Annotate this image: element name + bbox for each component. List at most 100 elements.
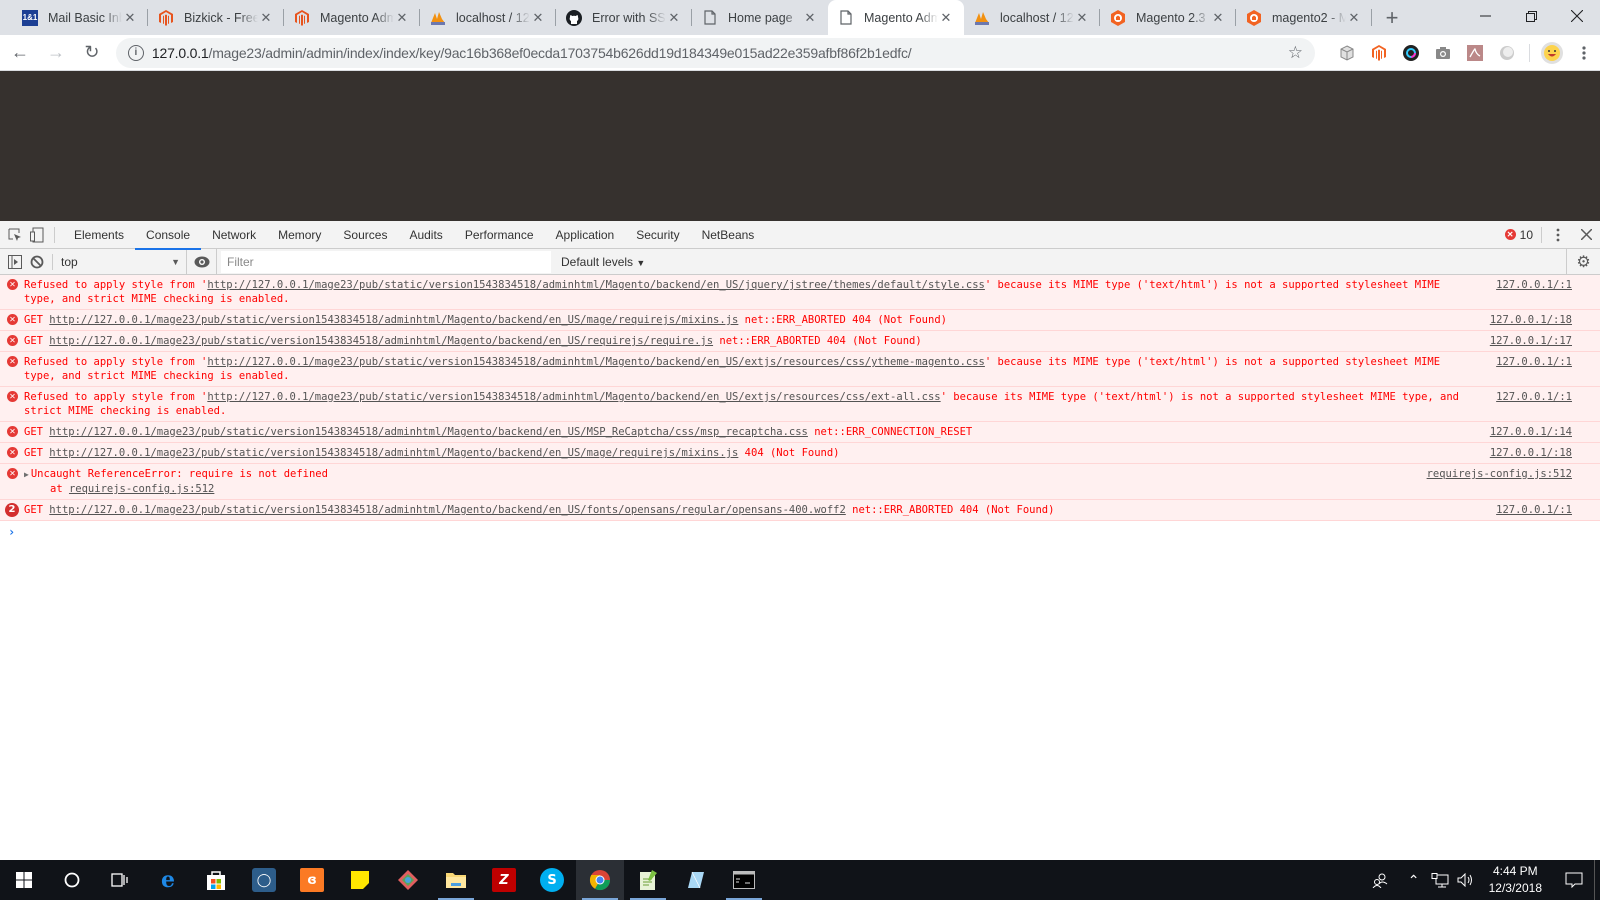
message-source-link[interactable]: 127.0.0.1/:18 (1490, 313, 1572, 327)
close-window-button[interactable] (1554, 0, 1600, 32)
message-source-link[interactable]: 127.0.0.1/:1 (1496, 355, 1572, 369)
git-tool-icon[interactable] (384, 860, 432, 900)
notepad-plus-icon[interactable] (624, 860, 672, 900)
cube-extension-icon[interactable] (1331, 37, 1363, 69)
console-exception-message[interactable]: ✕ ▶ Uncaught ReferenceError: require is n… (0, 464, 1600, 500)
message-url-link[interactable]: http://127.0.0.1/mage23/pub/static/versi… (207, 391, 940, 403)
console-settings-gear-icon[interactable]: ⚙ (1566, 248, 1600, 275)
message-url-link[interactable]: http://127.0.0.1/mage23/pub/static/versi… (207, 356, 985, 368)
error-count-badge[interactable]: ✕ 10 (1504, 228, 1533, 242)
circle-extension-icon[interactable] (1491, 37, 1523, 69)
microsoft-store-icon[interactable] (192, 860, 240, 900)
message-source-link[interactable]: 127.0.0.1/:18 (1490, 446, 1572, 460)
browser-tab[interactable]: localhost / 127 ✕ (964, 0, 1100, 35)
devtools-tab-memory[interactable]: Memory (267, 221, 332, 249)
restore-button[interactable] (1508, 0, 1554, 32)
forward-button[interactable]: → (40, 37, 72, 69)
devtools-tab-network[interactable]: Network (201, 221, 267, 249)
site-info-icon[interactable]: i (127, 44, 144, 61)
message-source-link[interactable]: 127.0.0.1/:1 (1496, 278, 1572, 292)
message-url-link[interactable]: http://127.0.0.1/mage23/pub/static/versi… (207, 279, 985, 291)
stack-link[interactable]: requirejs-config.js:512 (69, 483, 214, 495)
message-url-link[interactable]: http://127.0.0.1/mage23/pub/static/versi… (49, 504, 846, 516)
browser-tab-active[interactable]: Magento Admin ✕ (828, 0, 964, 35)
cortana-search-icon[interactable] (48, 860, 96, 900)
back-button[interactable]: ← (4, 37, 36, 69)
action-center-icon[interactable] (1554, 872, 1594, 888)
devtools-menu-icon[interactable] (1544, 221, 1572, 249)
task-view-icon[interactable] (96, 860, 144, 900)
device-toolbar-icon[interactable] (26, 221, 48, 249)
console-filter-input[interactable]: Filter (221, 250, 551, 273)
close-tab-icon[interactable]: ✕ (1210, 10, 1226, 26)
log-levels-dropdown[interactable]: Default levels ▼ (561, 255, 645, 269)
close-tab-icon[interactable]: ✕ (1074, 10, 1090, 26)
profile-avatar[interactable] (1536, 37, 1568, 69)
show-desktop-button[interactable] (1594, 860, 1600, 900)
browser-tab[interactable]: Bizkick - Free ✕ (148, 0, 284, 35)
inspect-element-icon[interactable] (4, 221, 26, 249)
color-picker-extension-icon[interactable] (1395, 37, 1427, 69)
paper-app-icon[interactable] (672, 860, 720, 900)
network-icon[interactable] (1427, 872, 1453, 888)
new-tab-button[interactable]: + (1378, 0, 1406, 35)
devtools-tab-sources[interactable]: Sources (332, 221, 398, 249)
people-icon[interactable] (1367, 872, 1393, 888)
close-tab-icon[interactable]: ✕ (394, 10, 410, 26)
browser-tab[interactable]: Home page ✕ (692, 0, 828, 35)
address-bar[interactable]: i 127.0.0.1/mage23/admin/admin/index/ind… (115, 37, 1315, 68)
devtools-tab-audits[interactable]: Audits (398, 221, 453, 249)
close-tab-icon[interactable]: ✕ (258, 10, 274, 26)
message-source-link[interactable]: requirejs-config.js:512 (1427, 467, 1572, 481)
context-selector[interactable]: top ▼ (55, 248, 187, 275)
show-sidebar-icon[interactable] (4, 248, 26, 276)
close-tab-icon[interactable]: ✕ (666, 10, 682, 26)
reload-button[interactable]: ↻ (76, 37, 108, 69)
edge-browser-icon[interactable]: e (144, 860, 192, 900)
chrome-taskbar-icon[interactable] (576, 860, 624, 900)
clear-console-icon[interactable] (26, 248, 48, 276)
message-source-link[interactable]: 127.0.0.1/:1 (1496, 503, 1572, 517)
volume-icon[interactable] (1453, 873, 1479, 887)
devtools-tab-console[interactable]: Console (135, 221, 202, 250)
close-tab-icon[interactable]: ✕ (938, 10, 954, 26)
close-tab-icon[interactable]: ✕ (122, 10, 138, 26)
message-url-link[interactable]: http://127.0.0.1/mage23/pub/static/versi… (49, 447, 738, 459)
message-url-link[interactable]: http://127.0.0.1/mage23/pub/static/versi… (49, 314, 738, 326)
close-tab-icon[interactable]: ✕ (1346, 10, 1362, 26)
pdf-extension-icon[interactable] (1459, 37, 1491, 69)
url-text[interactable]: 127.0.0.1/mage23/admin/admin/index/index… (152, 45, 1288, 61)
show-hidden-icons-chevron[interactable]: ⌃ (1401, 872, 1427, 889)
console-prompt[interactable]: › (0, 521, 1600, 543)
bookmark-star-icon[interactable]: ☆ (1288, 43, 1303, 63)
live-expression-eye-icon[interactable] (187, 248, 217, 275)
message-source-link[interactable]: 127.0.0.1/:1 (1496, 390, 1572, 404)
skype-icon[interactable]: S (528, 860, 576, 900)
sticky-notes-icon[interactable] (336, 860, 384, 900)
devtools-tab-netbeans[interactable]: NetBeans (691, 221, 766, 249)
message-url-link[interactable]: http://127.0.0.1/mage23/pub/static/versi… (49, 335, 713, 347)
message-url-link[interactable]: http://127.0.0.1/mage23/pub/static/versi… (49, 426, 808, 438)
expand-triangle-icon[interactable]: ▶ (24, 470, 29, 479)
devtools-tab-security[interactable]: Security (625, 221, 690, 249)
system-clock[interactable]: 4:44 PM 12/3/2018 (1489, 863, 1542, 897)
browser-tab[interactable]: 1&1 Mail Basic Inbox ✕ (12, 0, 148, 35)
browser-tab[interactable]: Magento Admin ✕ (284, 0, 420, 35)
devtools-tab-application[interactable]: Application (545, 221, 626, 249)
browser-tab[interactable]: magento2 - M ✕ (1236, 0, 1372, 35)
start-button[interactable] (0, 860, 48, 900)
chrome-menu-icon[interactable] (1568, 37, 1600, 69)
browser-tab[interactable]: Magento 2.3 ✕ (1100, 0, 1236, 35)
close-devtools-icon[interactable] (1572, 221, 1600, 249)
browser-tab[interactable]: localhost / 127 ✕ (420, 0, 556, 35)
message-source-link[interactable]: 127.0.0.1/:17 (1490, 334, 1572, 348)
devtools-tab-performance[interactable]: Performance (454, 221, 545, 249)
message-source-link[interactable]: 127.0.0.1/:14 (1490, 425, 1572, 439)
browser-tab[interactable]: Error with SSL ✕ (556, 0, 692, 35)
xampp-icon[interactable]: ɞ (288, 860, 336, 900)
blue-app-icon[interactable]: ◯ (240, 860, 288, 900)
minimize-button[interactable] (1462, 0, 1508, 32)
magento-extension-icon[interactable] (1363, 37, 1395, 69)
devtools-tab-elements[interactable]: Elements (63, 221, 135, 249)
camera-extension-icon[interactable] (1427, 37, 1459, 69)
